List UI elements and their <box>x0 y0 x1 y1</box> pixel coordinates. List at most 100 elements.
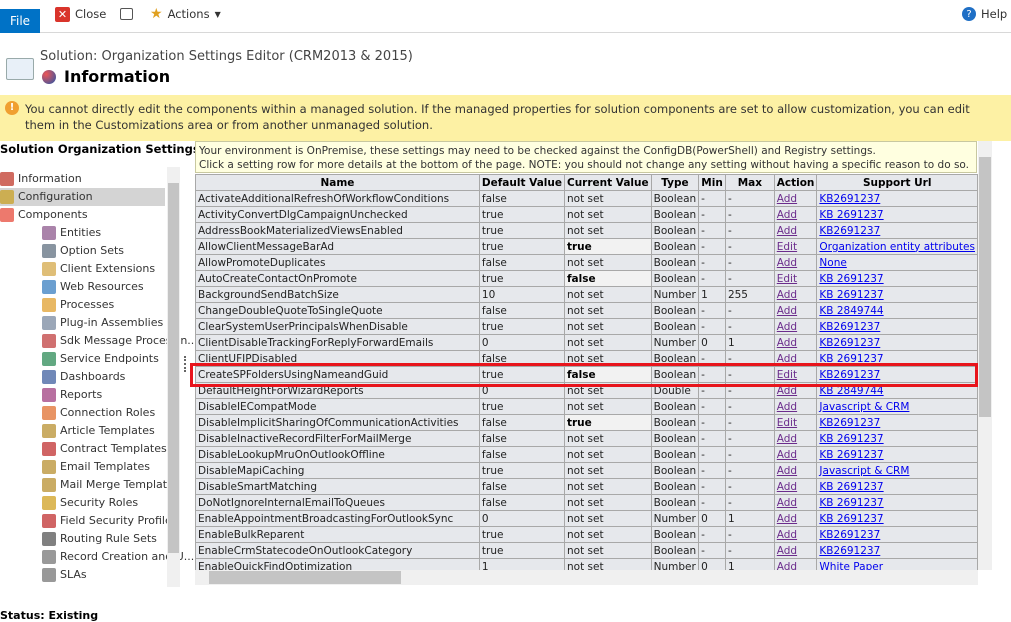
add-setting-link[interactable]: Add <box>777 321 797 333</box>
nav-item-slas[interactable]: SLAs <box>42 566 87 584</box>
add-setting-link[interactable]: Add <box>777 433 797 445</box>
table-row[interactable]: AllowClientMessageBarAd true true Boolean - -… <box>195 238 978 255</box>
table-row[interactable]: ChangeDoubleQuoteToSingleQuote false not s… <box>195 302 978 319</box>
column-header-min[interactable]: Min <box>698 174 726 191</box>
nav-scrollbar-thumb[interactable] <box>168 183 179 553</box>
table-row[interactable]: ClearSystemUserPrincipalsWhenDisable true… <box>195 318 978 335</box>
support-url-link[interactable]: KB2691237 <box>819 321 880 333</box>
support-url-link[interactable]: Organization entity attributes <box>819 241 975 253</box>
table-row[interactable]: DisableImplicitSharingOfCommunicationAct… <box>195 414 978 431</box>
table-row[interactable]: AutoCreateContactOnPromote true false Boole… <box>195 270 978 287</box>
add-setting-link[interactable]: Add <box>777 513 797 525</box>
table-row[interactable]: AllowPromoteDuplicates false not set Boolea… <box>195 254 978 271</box>
table-row[interactable]: DisableIECompatMode true not set Boolean - - A… <box>195 398 978 415</box>
column-header-type[interactable]: Type <box>650 174 700 191</box>
table-row[interactable]: DisableLookupMruOnOutlookOffline false not… <box>195 446 978 463</box>
support-url-link[interactable]: Javascript & CRM <box>819 401 909 413</box>
add-setting-link[interactable]: Add <box>777 481 797 493</box>
column-header-name[interactable]: Name <box>195 174 480 191</box>
support-url-link[interactable]: KB 2691237 <box>819 513 883 525</box>
column-header-current-value[interactable]: Current Value <box>563 174 652 191</box>
nav-item-reports[interactable]: Reports <box>42 386 102 404</box>
actions-menu[interactable]: ★ Actions ▼ <box>150 5 221 23</box>
nav-item-mail-merge-templates[interactable]: Mail Merge Templates <box>42 476 180 494</box>
add-setting-link[interactable]: Add <box>777 337 797 349</box>
support-url-link[interactable]: KB2691237 <box>819 193 880 205</box>
table-row[interactable]: EnableAppointmentBroadcastingForOutlookS… <box>195 510 978 527</box>
add-setting-link[interactable]: Add <box>777 561 797 571</box>
print-button[interactable] <box>120 5 133 23</box>
add-setting-link[interactable]: Add <box>777 449 797 461</box>
table-row[interactable]: EnableBulkReparent true not set Boolean - - Ad… <box>195 526 978 543</box>
add-setting-link[interactable]: Add <box>777 529 797 541</box>
add-setting-link[interactable]: Add <box>777 209 797 221</box>
nav-item-components[interactable]: Components <box>0 206 88 224</box>
add-setting-link[interactable]: Add <box>777 401 797 413</box>
table-horizontal-scrollbar-thumb[interactable] <box>209 571 401 584</box>
nav-item-contract-templates[interactable]: Contract Templates <box>42 440 167 458</box>
nav-item-client-extensions[interactable]: Client Extensions <box>42 260 155 278</box>
add-setting-link[interactable]: Add <box>777 289 797 301</box>
table-row[interactable]: DisableInactiveRecordFilterForMailMerge f… <box>195 430 978 447</box>
table-row[interactable]: ActivateAdditionalRefreshOfWorkflowCondi… <box>195 190 978 207</box>
pane-splitter[interactable] <box>184 356 186 372</box>
support-url-link[interactable]: KB2691237 <box>819 225 880 237</box>
table-row[interactable]: AddressBookMaterializedViewsEnabled true n… <box>195 222 978 239</box>
support-url-link[interactable]: KB 2691237 <box>819 497 883 509</box>
nav-item-security-roles[interactable]: Security Roles <box>42 494 138 512</box>
table-row[interactable]: DisableSmartMatching false not set Boolean -… <box>195 478 978 495</box>
add-setting-link[interactable]: Add <box>777 497 797 509</box>
add-setting-link[interactable]: Add <box>777 465 797 477</box>
support-url-link[interactable]: KB 2691237 <box>819 481 883 493</box>
table-row[interactable]: EnableCrmStatecodeOnOutlookCategory true n… <box>195 542 978 559</box>
support-url-link[interactable]: KB 2691237 <box>819 273 883 285</box>
support-url-link[interactable]: Javascript & CRM <box>819 465 909 477</box>
support-url-link[interactable]: None <box>819 257 846 269</box>
table-row[interactable]: ClientDisableTrackingForReplyForwardEmai… <box>195 334 978 351</box>
nav-item-email-templates[interactable]: Email Templates <box>42 458 150 476</box>
add-setting-link[interactable]: Add <box>777 305 797 317</box>
support-url-link[interactable]: White Paper <box>819 561 883 571</box>
nav-item-web-resources[interactable]: Web Resources <box>42 278 144 296</box>
nav-item-field-security-profiles[interactable]: Field Security Profiles <box>42 512 178 530</box>
column-header-max[interactable]: Max <box>724 174 775 191</box>
file-button[interactable]: File <box>0 9 40 33</box>
help-button[interactable]: ? Help <box>962 5 1007 23</box>
nav-item-option-sets[interactable]: Option Sets <box>42 242 124 260</box>
support-url-link[interactable]: KB2691237 <box>819 529 880 541</box>
add-setting-link[interactable]: Add <box>777 257 797 269</box>
nav-item-connection-roles[interactable]: Connection Roles <box>42 404 155 422</box>
column-header-action[interactable]: Action <box>773 174 818 191</box>
nav-item-service-endpoints[interactable]: Service Endpoints <box>42 350 159 368</box>
table-row[interactable]: ActivityConvertDlgCampaignUnchecked true n… <box>195 206 978 223</box>
nav-item-routing-rule-sets[interactable]: Routing Rule Sets <box>42 530 157 548</box>
edit-setting-link[interactable]: Edit <box>777 241 797 253</box>
support-url-link[interactable]: KB 2691237 <box>819 289 883 301</box>
add-setting-link[interactable]: Add <box>777 225 797 237</box>
close-button[interactable]: ✕ Close <box>55 5 106 23</box>
nav-item-article-templates[interactable]: Article Templates <box>42 422 155 440</box>
nav-item-entities[interactable]: Entities <box>42 224 101 242</box>
support-url-link[interactable]: KB 2849744 <box>819 305 883 317</box>
edit-setting-link[interactable]: Edit <box>777 273 797 285</box>
support-url-link[interactable]: KB 2691237 <box>819 449 883 461</box>
nav-item-plug-in-assemblies[interactable]: Plug-in Assemblies <box>42 314 163 332</box>
add-setting-link[interactable]: Add <box>777 545 797 557</box>
table-row[interactable]: DoNotIgnoreInternalEmailToQueues false not… <box>195 494 978 511</box>
nav-item-processes[interactable]: Processes <box>42 296 114 314</box>
nav-item-information[interactable]: Information <box>0 170 82 188</box>
support-url-link[interactable]: KB2691237 <box>819 545 880 557</box>
table-row[interactable]: BackgroundSendBatchSize 10 not set Number 1 2… <box>195 286 978 303</box>
support-url-link[interactable]: KB2691237 <box>819 417 880 429</box>
column-header-default-value[interactable]: Default Value <box>478 174 565 191</box>
support-url-link[interactable]: KB 2691237 <box>819 209 883 221</box>
nav-item-configuration[interactable]: Configuration <box>0 188 165 206</box>
add-setting-link[interactable]: Add <box>777 193 797 205</box>
table-row[interactable]: EnableQuickFindOptimization 1 not set Numbe… <box>195 558 978 571</box>
table-row[interactable]: DisableMapiCaching true not set Boolean - - Ad… <box>195 462 978 479</box>
table-vertical-scrollbar-thumb[interactable] <box>979 157 991 417</box>
column-header-support-url[interactable]: Support Url <box>816 174 978 191</box>
edit-setting-link[interactable]: Edit <box>777 417 797 429</box>
support-url-link[interactable]: KB 2691237 <box>819 433 883 445</box>
support-url-link[interactable]: KB2691237 <box>819 337 880 349</box>
